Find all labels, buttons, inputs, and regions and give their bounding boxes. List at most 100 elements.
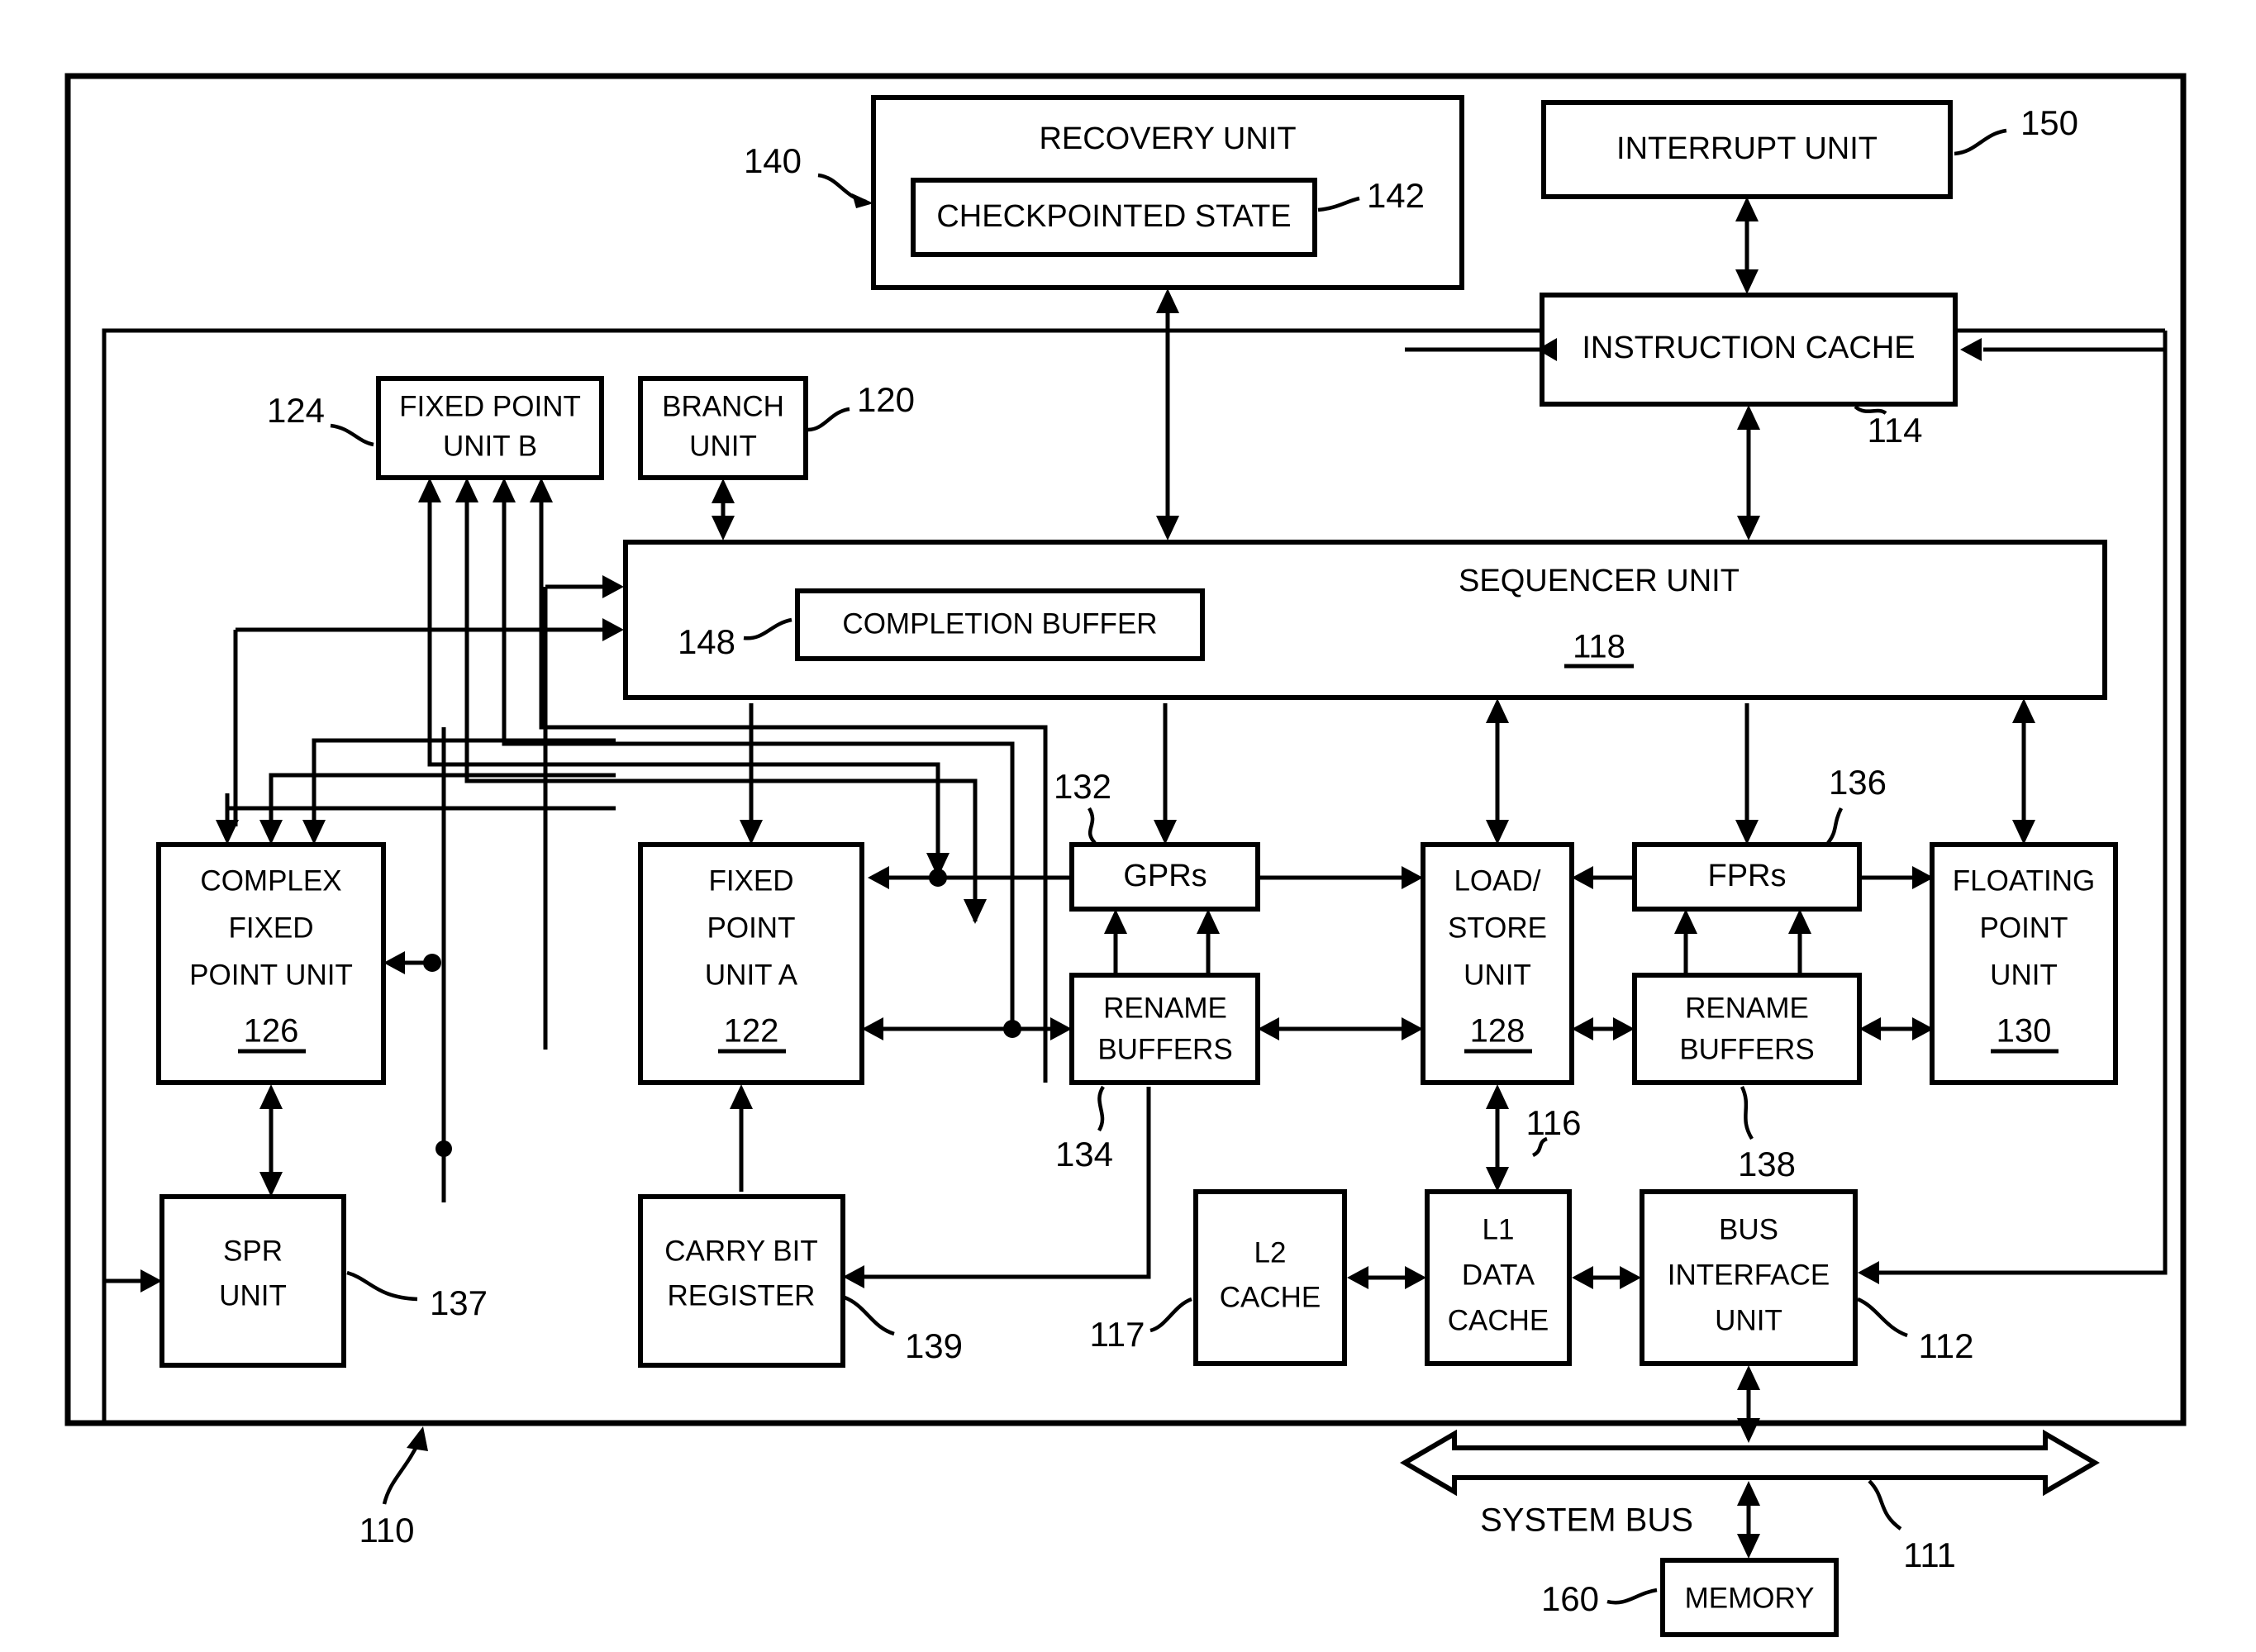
l1-line1: L1 [1483, 1213, 1515, 1245]
arrow-rename-carrybit [843, 1265, 864, 1288]
ref-112: 112 [1919, 1326, 1974, 1365]
l1-line3: CACHE [1448, 1304, 1549, 1336]
arrow-fprrename-fprs-1 [1674, 909, 1697, 934]
wire-rename-carrybit [851, 1087, 1151, 1279]
arrow-seq-fprs [1735, 820, 1759, 845]
arrow-down-sequencer-recovery [1156, 516, 1179, 540]
memory-label: MEMORY [1685, 1582, 1815, 1614]
cfxu-line1: COMPLEX [200, 864, 341, 897]
fixed-point-unit-b-line2: UNIT B [443, 430, 537, 462]
arrow-into-seq-left-b [602, 575, 624, 598]
cfxu-line3: POINT UNIT [189, 959, 353, 991]
arrow-lsu-seq-up [1486, 698, 1509, 723]
fprs-label: FPRs [1708, 859, 1787, 893]
branch-unit-line1: BRANCH [662, 390, 784, 422]
leader-110-arrowhead [407, 1426, 428, 1451]
lsu-line1: LOAD/ [1454, 864, 1540, 897]
biu-line3: UNIT [1715, 1304, 1782, 1336]
arrow-down-interrupt-icache [1735, 269, 1759, 294]
leader-138 [1740, 1086, 1754, 1140]
arrow-sysbus-down [1737, 1418, 1760, 1443]
arrow-lsu-fprrename-right [1613, 1017, 1635, 1040]
ref-150: 150 [2020, 103, 2078, 142]
arrow-up-icache-interrupt [1735, 197, 1759, 221]
arrow-carry-fxua-up [730, 1084, 753, 1109]
gprs-label: GPRs [1123, 859, 1207, 893]
spr-line2: UNIT [219, 1279, 287, 1312]
leader-134 [1097, 1085, 1105, 1132]
arrow-into-icache-right [1960, 338, 1982, 361]
leader-114 [1854, 405, 1887, 415]
arrow-down-sequencer [1737, 516, 1760, 540]
arrow-l1-biu-right [1620, 1266, 1641, 1289]
leader-132 [1087, 807, 1097, 845]
ref-110: 110 [359, 1511, 415, 1550]
leader-112 [1857, 1297, 1908, 1338]
l2-line2: CACHE [1220, 1281, 1321, 1313]
ref-117: 117 [1090, 1315, 1145, 1354]
lsu-line2: STORE [1448, 912, 1547, 944]
leader-137 [346, 1270, 418, 1302]
arrow-feeder-down-2 [964, 899, 987, 924]
arrow-lsu-fprrename-left [1572, 1017, 1593, 1040]
cfxu-line2: FIXED [228, 912, 313, 944]
leader-117 [1149, 1297, 1192, 1333]
ref-140: 140 [744, 141, 802, 180]
ref-138: 138 [1738, 1145, 1796, 1183]
branch-unit-line2: UNIT [689, 430, 757, 462]
arrow-memory-down [1737, 1534, 1760, 1559]
fxua-line1: FIXED [708, 864, 793, 897]
ref-132: 132 [1054, 767, 1111, 806]
ref-136: 136 [1829, 763, 1887, 802]
carry-line1: CARRY BIT [664, 1235, 817, 1267]
l2-cache-box [1193, 1189, 1347, 1366]
lsu-number: 128 [1470, 1013, 1525, 1050]
system-bus-label: SYSTEM BUS [1480, 1502, 1693, 1539]
arrow-dispatch-fxua [740, 820, 763, 845]
fpr-rename-line1: RENAME [1685, 992, 1809, 1024]
l2-line1: L2 [1254, 1236, 1287, 1269]
leader-139 [844, 1295, 895, 1336]
arrow-up-recovery [1156, 288, 1179, 313]
arrow-l1-right [1405, 1266, 1426, 1289]
gpr-rename-line1: RENAME [1103, 992, 1227, 1024]
ref-120: 120 [857, 380, 915, 419]
arrow-gprs-lsu [1402, 866, 1423, 889]
fixed-point-unit-b-line1: FIXED POINT [399, 390, 581, 422]
arrow-fpu-seq-up [2012, 698, 2035, 723]
fpr-rename-line2: BUFFERS [1679, 1033, 1814, 1065]
arrow-l1-down [1486, 1167, 1509, 1192]
arrow-rename-lsu-left [1258, 1017, 1279, 1040]
instruction-cache-label: INSTRUCTION CACHE [1582, 331, 1915, 365]
sequencer-unit-number: 118 [1573, 629, 1625, 665]
fxua-line2: POINT [707, 912, 796, 944]
ref-137: 137 [430, 1283, 488, 1322]
leader-110 [382, 1439, 422, 1505]
checkpointed-state-label: CHECKPOINTED STATE [936, 199, 1291, 234]
ref-134: 134 [1055, 1135, 1113, 1174]
arrow-rename-gprs-1 [1104, 909, 1127, 934]
wire-seq-to-cfxu-1 [225, 806, 616, 826]
arrow-fprrename-fprs-2 [1788, 909, 1811, 934]
leader-111 [1868, 1479, 1902, 1531]
cfxu-number: 126 [244, 1013, 299, 1050]
completion-buffer-label: COMPLETION BUFFER [842, 607, 1157, 640]
arrow-dispatch-cfxu-3 [302, 820, 326, 845]
junction-carry-riser [435, 1140, 452, 1157]
arrow-l1-biu-left [1572, 1266, 1593, 1289]
wire-biu-to-icache-right [1863, 331, 2168, 1275]
leader-120 [807, 407, 850, 432]
arrow-memory-up [1737, 1481, 1760, 1506]
processor-block-diagram: RECOVERY UNIT CHECKPOINTED STATE 140 142… [64, 73, 2187, 1637]
arrow-up-icache [1737, 405, 1760, 430]
arrow-spr-cfxu-up [259, 1084, 283, 1109]
arrow-seq-lsu [1486, 820, 1509, 845]
arrow-rename-to-fxua [862, 1017, 883, 1040]
ref-111: 111 [1903, 1535, 1956, 1574]
ref-124: 124 [267, 391, 325, 430]
ref-160: 160 [1541, 1579, 1599, 1618]
arrow-dispatch-cfxu-2 [259, 820, 283, 845]
leader-140-arrowhead [852, 193, 873, 208]
junction-gprs-left [929, 869, 947, 887]
arrow-cfxu-left-in [383, 951, 405, 974]
